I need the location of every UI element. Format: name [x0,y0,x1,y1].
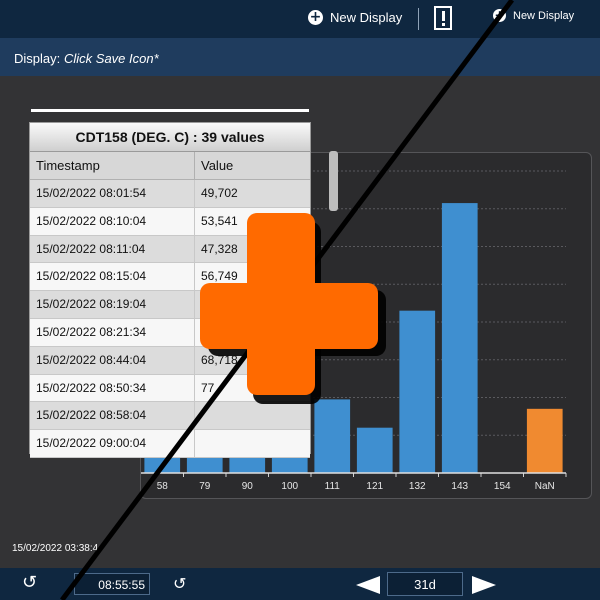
x-tick-label: NaN [535,481,555,492]
display-label: Display: [14,51,61,66]
table-row[interactable]: 15/02/2022 08:50:34 77 [30,374,310,403]
refresh-icon[interactable]: ↺ [22,572,37,593]
cell-timestamp: 15/02/2022 08:15:04 [30,263,195,291]
cell-value: 49,702 [201,186,238,200]
period-selector[interactable]: 31d [387,572,463,596]
x-tick-label: 79 [199,481,211,492]
x-tick-label: 58 [157,481,169,492]
table-row[interactable]: 15/02/2022 08:10:04 53,541 [30,207,310,236]
new-display-label: New Display [330,10,403,25]
table-top-divider [31,109,309,112]
column-header-timestamp[interactable]: Timestamp [30,152,195,179]
plus-circle-icon: + [493,8,506,22]
cell-timestamp: 15/02/2022 08:01:54 [30,180,195,207]
cell-value: 53,541 [201,213,238,228]
previous-period-arrow-icon[interactable] [356,576,380,594]
display-bar: Display: Click Save Icon* [0,38,600,76]
bottom-bar: ↺ 08:55:55 ↺ 31d [0,568,600,600]
refresh-icon-secondary[interactable]: ↺ [173,574,186,593]
table-row[interactable]: 15/02/2022 09:00:04 [30,430,310,458]
status-timestamp: 15/02/2022 03:38:4 [12,543,99,554]
table-row[interactable]: 15/02/2022 08:21:34 53,914 [30,318,310,347]
histogram-bar[interactable] [441,203,478,473]
x-tick-label: 100 [281,481,298,492]
cell-timestamp: 15/02/2022 09:00:04 [30,430,195,457]
x-tick-label: 154 [494,481,511,492]
x-tick-label: 121 [366,481,383,492]
cell-value [195,402,301,429]
x-tick-label: 132 [409,481,426,492]
histogram-bar[interactable] [399,310,436,473]
histogram-bar[interactable] [356,427,393,473]
table-header: Timestamp Value [30,152,310,180]
table-scrollbar[interactable] [329,151,338,211]
table-row[interactable]: 15/02/2022 08:15:04 56,749 [30,263,310,292]
plus-circle-icon: + [308,9,323,25]
table-body: 15/02/2022 08:01:54 49,702 15/02/2022 08:1… [30,180,310,458]
x-tick-label: 90 [242,481,254,492]
cell-value [195,291,301,318]
cell-timestamp: 15/02/2022 08:58:04 [30,402,195,430]
new-display-button-right[interactable]: + New Display [493,9,574,22]
cell-value: 68,718 [201,352,238,367]
table-title: CDT158 (DEG. C) : 39 values [30,123,310,152]
new-display-button[interactable]: + New Display [308,10,402,25]
cell-timestamp: 15/02/2022 08:21:34 [30,318,195,346]
toolbar-divider [418,8,419,30]
table-row[interactable]: 15/02/2022 08:58:04 [30,402,310,431]
cell-timestamp: 15/02/2022 08:19:04 [30,291,195,318]
cell-timestamp: 15/02/2022 08:10:04 [30,207,195,235]
x-tick-label: 143 [451,481,468,492]
cell-timestamp: 15/02/2022 08:44:04 [30,346,195,374]
table-row[interactable]: 15/02/2022 08:01:54 49,702 [30,180,310,208]
cell-value: 47,328 [201,241,238,256]
cell-value: 56,749 [201,269,238,284]
cell-value [195,430,301,457]
values-table: CDT158 (DEG. C) : 39 values Timestamp Va… [29,122,338,458]
histogram-bar[interactable] [526,408,563,473]
time-field[interactable]: 08:55:55 [74,573,150,595]
x-tick-label: 111 [325,481,341,492]
table-row[interactable]: 15/02/2022 08:44:04 68,718 [30,346,310,375]
cell-timestamp: 15/02/2022 08:11:04 [30,235,195,263]
table-row[interactable]: 15/02/2022 08:11:04 47,328 [30,235,310,264]
next-period-arrow-icon[interactable] [472,576,496,594]
save-exclamation-icon[interactable] [434,6,452,30]
cell-value: 77 [201,380,215,395]
cell-value: 53,914 [201,324,238,339]
display-name-value[interactable]: Click Save Icon* [64,51,159,66]
top-toolbar: + New Display + New Display [0,0,600,38]
new-display-label-right: New Display [513,9,575,22]
cell-timestamp: 15/02/2022 08:50:34 [30,374,195,402]
column-header-value[interactable]: Value [195,152,301,179]
histogram-bar[interactable] [314,399,351,473]
table-row[interactable]: 15/02/2022 08:19:04 [30,291,310,319]
status-strip: 15/02/2022 03:38:4 [0,540,600,557]
